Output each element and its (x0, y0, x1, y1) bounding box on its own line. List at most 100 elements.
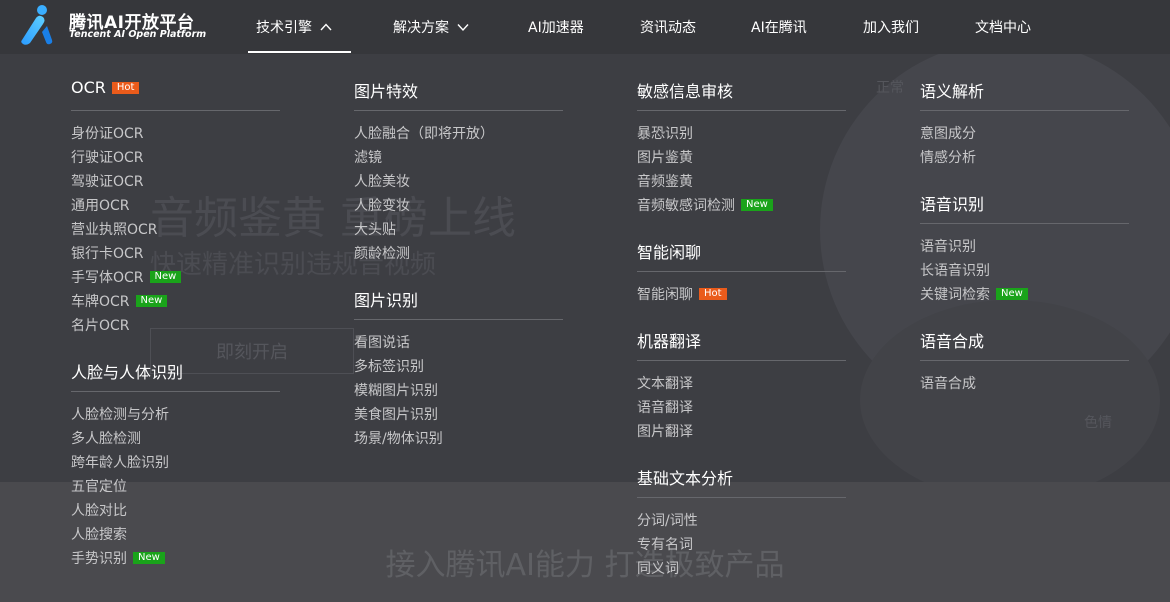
section-divider (354, 319, 563, 320)
chevron-up-icon (320, 23, 332, 31)
menu-item[interactable]: 图片翻译 (637, 421, 693, 441)
section-title-semantic-parsing[interactable]: 语义解析 (920, 78, 984, 102)
menu-item[interactable]: 五官定位 (71, 476, 127, 496)
new-badge: New (996, 288, 1028, 300)
nav-join-us[interactable]: 加入我们 (863, 0, 919, 54)
menu-item-label: 音频敏感词检测 (637, 198, 735, 214)
section-title-ocr[interactable]: OCR Hot (71, 78, 140, 97)
new-badge: New (741, 199, 773, 211)
menu-item[interactable]: 人脸搜索 (71, 524, 127, 544)
nav-news[interactable]: 资讯动态 (640, 0, 696, 54)
section-divider (920, 223, 1129, 224)
section-divider (920, 360, 1129, 361)
menu-item-label: 手势识别 (71, 551, 127, 567)
nav-label: 技术引擎 (256, 20, 312, 36)
menu-item[interactable]: 长语音识别 (920, 260, 990, 280)
section-divider (920, 110, 1129, 111)
menu-item[interactable]: 多人脸检测 (71, 428, 141, 448)
slogan-section: 接入腾讯AI能力 打造极致产品 (0, 482, 1170, 602)
nav-docs[interactable]: 文档中心 (975, 0, 1031, 54)
section-title-speech-recognition[interactable]: 语音识别 (920, 191, 984, 215)
section-divider (637, 110, 846, 111)
section-title-text-analysis[interactable]: 基础文本分析 (637, 465, 733, 489)
menu-item[interactable]: 人脸对比 (71, 500, 127, 520)
section-title-speech-synthesis[interactable]: 语音合成 (920, 328, 984, 352)
menu-item-label: 智能闲聊 (637, 287, 693, 303)
menu-item[interactable]: 驾驶证OCR (71, 171, 144, 191)
menu-item[interactable]: 跨年龄人脸识别 (71, 452, 169, 472)
menu-item[interactable]: 大头贴 (354, 219, 396, 239)
hero-tag: 色情 (1084, 415, 1112, 431)
nav-label: 解决方案 (393, 20, 449, 36)
menu-item[interactable]: 多标签识别 (354, 356, 424, 376)
menu-item[interactable]: 营业执照OCR (71, 219, 158, 239)
hero-tag: 正常 (876, 80, 904, 96)
nav-solutions[interactable]: 解决方案 (393, 0, 470, 54)
menu-item-label: 关键词检索 (920, 287, 990, 303)
top-navbar: 腾讯AI开放平台 Tencent AI Open Platform 技术引擎 解… (0, 0, 1170, 54)
hero-banner: 音频鉴黄 重磅上线 快速精准识别违规音视频 即刻开启 正常 色情 (0, 0, 1170, 482)
menu-item[interactable]: 音频敏感词检测 New (637, 195, 773, 215)
menu-item[interactable]: 智能闲聊 Hot (637, 284, 727, 304)
nav-ai-at-tencent[interactable]: AI在腾讯 (751, 0, 807, 54)
menu-item-label: 手写体OCR (71, 270, 144, 286)
menu-item[interactable]: 同义词 (637, 558, 679, 578)
section-title-image-recognition[interactable]: 图片识别 (354, 287, 418, 311)
hero-title: 音频鉴黄 重磅上线 (150, 193, 516, 244)
menu-item[interactable]: 车牌OCR New (71, 291, 168, 311)
menu-item[interactable]: 图片鉴黄 (637, 147, 693, 167)
menu-item[interactable]: 关键词检索 New (920, 284, 1028, 304)
section-divider (637, 360, 846, 361)
menu-item[interactable]: 行驶证OCR (71, 147, 144, 167)
menu-item[interactable]: 情感分析 (920, 147, 976, 167)
menu-item[interactable]: 身份证OCR (71, 123, 144, 143)
section-title-smart-chat[interactable]: 智能闲聊 (637, 239, 701, 263)
section-divider (354, 110, 563, 111)
section-divider (71, 110, 280, 111)
hot-badge: Hot (111, 81, 140, 94)
menu-item[interactable]: 手写体OCR New (71, 267, 182, 287)
new-badge: New (149, 271, 182, 283)
nav-tech-engine[interactable]: 技术引擎 (248, 0, 351, 54)
menu-item[interactable]: 文本翻译 (637, 373, 693, 393)
menu-item[interactable]: 名片OCR (71, 315, 130, 335)
menu-item-label: 车牌OCR (71, 294, 130, 310)
menu-item[interactable]: 颜龄检测 (354, 243, 410, 263)
menu-item[interactable]: 意图成分 (920, 123, 976, 143)
section-title-face[interactable]: 人脸与人体识别 (71, 359, 183, 383)
section-title-text: OCR (71, 78, 106, 97)
menu-item[interactable]: 专有名词 (637, 534, 693, 554)
section-divider (637, 271, 846, 272)
section-title-image-effects[interactable]: 图片特效 (354, 78, 418, 102)
menu-item[interactable]: 滤镜 (354, 147, 382, 167)
section-divider (637, 497, 846, 498)
new-badge: New (135, 295, 168, 307)
section-divider (71, 391, 280, 392)
menu-item[interactable]: 人脸检测与分析 (71, 404, 169, 424)
menu-item[interactable]: 人脸融合（即将开放） (354, 123, 494, 143)
menu-item[interactable]: 语音合成 (920, 373, 976, 393)
nav-ai-accelerator[interactable]: AI加速器 (528, 0, 584, 54)
menu-item[interactable]: 分词/词性 (637, 510, 698, 530)
menu-item[interactable]: 美食图片识别 (354, 404, 438, 424)
menu-item[interactable]: 手势识别 New (71, 548, 165, 568)
menu-item[interactable]: 音频鉴黄 (637, 171, 693, 191)
menu-item[interactable]: 人脸变妆 (354, 195, 410, 215)
tencent-ai-logo-icon (21, 5, 53, 45)
menu-item[interactable]: 场景/物体识别 (354, 428, 443, 448)
menu-item[interactable]: 看图说话 (354, 332, 410, 352)
chevron-down-icon (457, 24, 469, 32)
logo[interactable]: 腾讯AI开放平台 Tencent AI Open Platform (18, 2, 206, 46)
menu-item[interactable]: 模糊图片识别 (354, 380, 438, 400)
slogan-text: 接入腾讯AI能力 打造极致产品 (385, 548, 785, 583)
section-title-sensitive-review[interactable]: 敏感信息审核 (637, 78, 733, 102)
menu-item[interactable]: 银行卡OCR (71, 243, 144, 263)
section-title-machine-translation[interactable]: 机器翻译 (637, 328, 701, 352)
menu-item[interactable]: 暴恐识别 (637, 123, 693, 143)
new-badge: New (133, 552, 165, 564)
menu-item[interactable]: 通用OCR (71, 195, 130, 215)
menu-item[interactable]: 人脸美妆 (354, 171, 410, 191)
menu-item[interactable]: 语音翻译 (637, 397, 693, 417)
menu-item[interactable]: 语音识别 (920, 236, 976, 256)
hot-badge: Hot (699, 288, 727, 300)
